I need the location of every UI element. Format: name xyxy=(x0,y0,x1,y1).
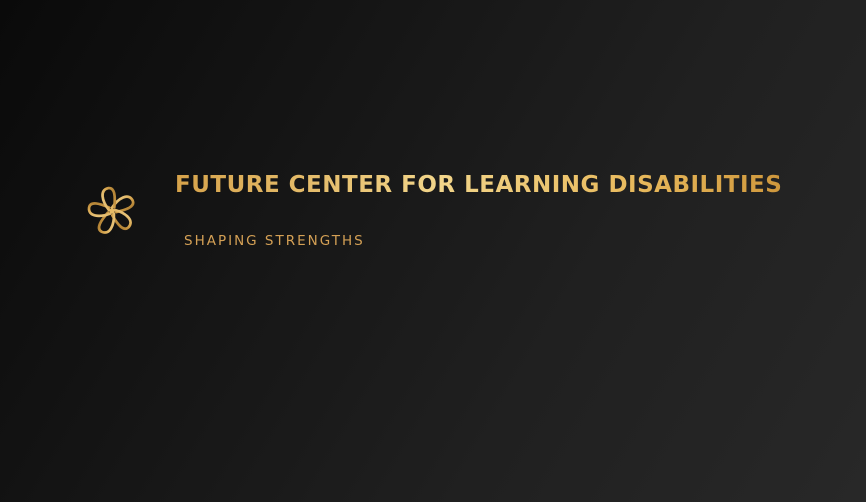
tagline: SHAPING STRENGTHS xyxy=(184,233,365,249)
gold-flower-knot-icon xyxy=(87,186,135,234)
organization-title: FUTURE CENTER FOR LEARNING DISABILITIES xyxy=(175,168,835,202)
logo-emblem-icon xyxy=(85,184,139,238)
